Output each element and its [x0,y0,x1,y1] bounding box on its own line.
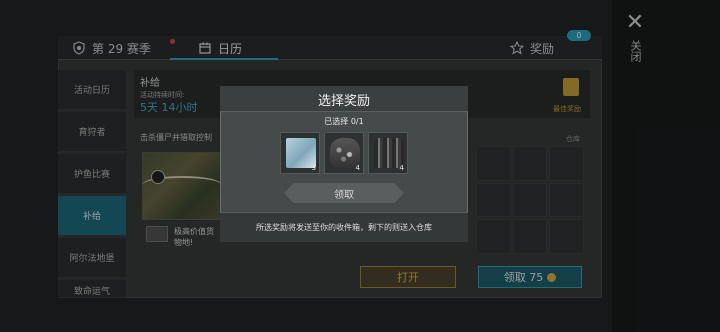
selection-count: 已选择 0/1 [324,117,364,126]
item-quantity: 4 [355,164,360,172]
modal-note: 所选奖励将发送至你的收件箱，剩下的则送入仓库 [220,212,468,242]
reward-item-metal-sheet[interactable]: 4 [368,132,408,174]
reward-item-steel-plate[interactable]: 3 [280,132,320,174]
item-quantity: 3 [311,164,316,172]
modal-title: 选择奖励 [317,94,370,109]
reward-item-gravel[interactable]: 4 [324,132,364,174]
modal-claim-button[interactable]: 领取 [284,183,404,203]
item-quantity: 4 [399,164,404,172]
game-screen: ✕ 关闭 第 29 赛季 日历 奖励 0 活动日历 育狩者 护鱼比赛 补给 阿尔… [0,0,720,332]
